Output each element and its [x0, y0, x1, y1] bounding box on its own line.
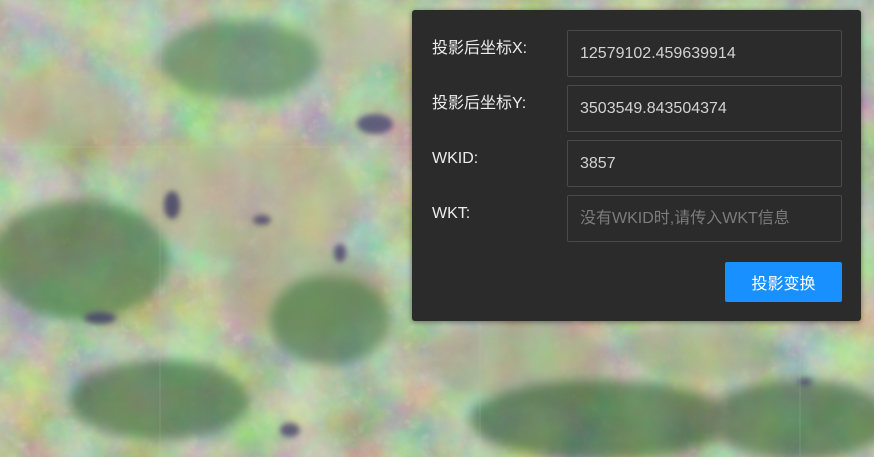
wkid-row: WKID:: [412, 140, 861, 187]
wkid-label: WKID:: [432, 150, 479, 167]
coord-y-label: 投影后坐标Y:: [432, 95, 527, 112]
coord-x-row: 投影后坐标X:: [412, 30, 861, 77]
wkid-input[interactable]: [567, 140, 842, 187]
wkt-label: WKT:: [432, 205, 471, 222]
coord-x-label: 投影后坐标X:: [432, 40, 528, 57]
projection-panel: 投影后坐标X: 投影后坐标Y: WKID: WKT: 投影变换: [412, 10, 861, 321]
coord-y-input[interactable]: [567, 85, 842, 132]
project-transform-button[interactable]: 投影变换: [725, 262, 842, 302]
coord-x-input[interactable]: [567, 30, 842, 77]
coord-y-row: 投影后坐标Y:: [412, 85, 861, 132]
wkt-row: WKT:: [412, 195, 861, 242]
wkt-input[interactable]: [567, 195, 842, 242]
